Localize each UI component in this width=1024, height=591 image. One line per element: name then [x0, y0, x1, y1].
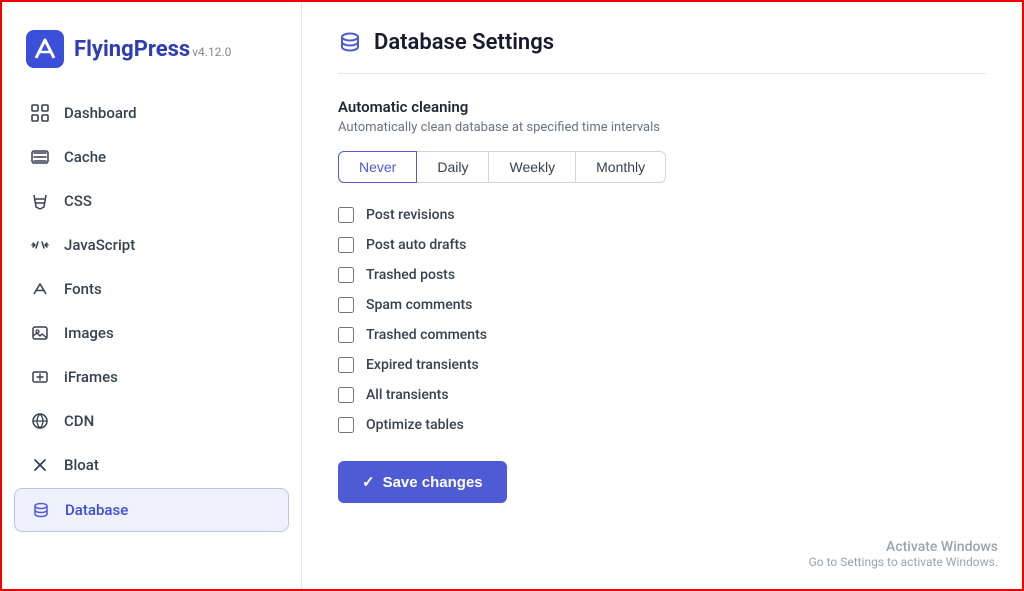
- label-post-revisions: Post revisions: [366, 207, 455, 223]
- sidebar-label-css: CSS: [64, 192, 92, 210]
- checkbox-post-revisions[interactable]: Post revisions: [338, 207, 986, 223]
- activate-windows-title: Activate Windows: [809, 539, 998, 555]
- label-all-transients: All transients: [366, 387, 449, 403]
- interval-weekly-button[interactable]: Weekly: [489, 151, 576, 183]
- sidebar-label-cache: Cache: [64, 148, 106, 166]
- sidebar-item-iframes[interactable]: iFrames: [14, 356, 289, 398]
- checkbox-all-transients-input[interactable]: [338, 387, 354, 403]
- cache-icon: [30, 147, 50, 167]
- sidebar-label-images: Images: [64, 324, 114, 342]
- iframes-icon: [30, 367, 50, 387]
- checkbox-spam-comments-input[interactable]: [338, 297, 354, 313]
- page-title: Database Settings: [374, 30, 554, 55]
- checkbox-trashed-posts-input[interactable]: [338, 267, 354, 283]
- database-header-icon: [338, 31, 362, 55]
- automatic-cleaning-section: Automatic cleaning Automatically clean d…: [338, 98, 986, 503]
- label-expired-transients: Expired transients: [366, 357, 479, 373]
- label-optimize-tables: Optimize tables: [366, 417, 464, 433]
- checkbox-trashed-comments-input[interactable]: [338, 327, 354, 343]
- interval-never-button[interactable]: Never: [338, 151, 417, 183]
- interval-monthly-button[interactable]: Monthly: [576, 151, 666, 183]
- dashboard-icon: [30, 103, 50, 123]
- flyingpress-logo-icon: [26, 30, 64, 68]
- label-spam-comments: Spam comments: [366, 297, 472, 313]
- activate-windows-notice: Activate Windows Go to Settings to activ…: [809, 539, 998, 569]
- sidebar-navigation: Dashboard Cache CSS: [2, 92, 301, 532]
- sidebar-label-bloat: Bloat: [64, 456, 99, 474]
- sidebar: FlyingPressv4.12.0 Dashboard: [2, 2, 302, 589]
- save-changes-button[interactable]: ✓ Save changes: [338, 461, 507, 503]
- checkbox-optimize-tables[interactable]: Optimize tables: [338, 417, 986, 433]
- sidebar-label-database: Database: [65, 501, 128, 519]
- sidebar-item-bloat[interactable]: Bloat: [14, 444, 289, 486]
- checkbox-post-auto-drafts[interactable]: Post auto drafts: [338, 237, 986, 253]
- sidebar-label-cdn: CDN: [64, 412, 94, 430]
- checkbox-expired-transients[interactable]: Expired transients: [338, 357, 986, 373]
- sidebar-item-cdn[interactable]: CDN: [14, 400, 289, 442]
- sidebar-label-fonts: Fonts: [64, 280, 102, 298]
- page-header: Database Settings: [338, 30, 986, 74]
- database-sidebar-icon: [31, 500, 51, 520]
- cdn-icon: [30, 411, 50, 431]
- sidebar-item-css[interactable]: CSS: [14, 180, 289, 222]
- sidebar-item-javascript[interactable]: JavaScript: [14, 224, 289, 266]
- images-icon: [30, 323, 50, 343]
- checkmark-icon: ✓: [362, 473, 375, 491]
- checkbox-spam-comments[interactable]: Spam comments: [338, 297, 986, 313]
- sidebar-item-images[interactable]: Images: [14, 312, 289, 354]
- cleanup-options: Post revisions Post auto drafts Trashed …: [338, 207, 986, 433]
- checkbox-trashed-comments[interactable]: Trashed comments: [338, 327, 986, 343]
- label-post-auto-drafts: Post auto drafts: [366, 237, 466, 253]
- sidebar-item-cache[interactable]: Cache: [14, 136, 289, 178]
- sidebar-label-iframes: iFrames: [64, 368, 118, 386]
- activate-windows-subtitle: Go to Settings to activate Windows.: [809, 555, 998, 569]
- interval-button-group: Never Daily Weekly Monthly: [338, 151, 986, 183]
- app-version: v4.12.0: [192, 45, 231, 59]
- sidebar-item-fonts[interactable]: Fonts: [14, 268, 289, 310]
- checkbox-all-transients[interactable]: All transients: [338, 387, 986, 403]
- css-icon: [30, 191, 50, 211]
- bloat-icon: [30, 455, 50, 475]
- section-description: Automatically clean database at specifie…: [338, 120, 986, 135]
- sidebar-item-dashboard[interactable]: Dashboard: [14, 92, 289, 134]
- sidebar-label-dashboard: Dashboard: [64, 104, 137, 122]
- fonts-icon: [30, 279, 50, 299]
- section-title: Automatic cleaning: [338, 98, 986, 116]
- logo: FlyingPressv4.12.0: [2, 22, 301, 92]
- checkbox-post-auto-drafts-input[interactable]: [338, 237, 354, 253]
- label-trashed-posts: Trashed posts: [366, 267, 455, 283]
- checkbox-trashed-posts[interactable]: Trashed posts: [338, 267, 986, 283]
- interval-daily-button[interactable]: Daily: [417, 151, 489, 183]
- app-name: FlyingPress: [74, 37, 190, 62]
- sidebar-item-database[interactable]: Database: [14, 488, 289, 532]
- checkbox-post-revisions-input[interactable]: [338, 207, 354, 223]
- javascript-icon: [30, 235, 50, 255]
- main-content: Database Settings Automatic cleaning Aut…: [302, 2, 1022, 589]
- save-button-label: Save changes: [383, 474, 483, 491]
- sidebar-label-javascript: JavaScript: [64, 236, 135, 254]
- checkbox-optimize-tables-input[interactable]: [338, 417, 354, 433]
- label-trashed-comments: Trashed comments: [366, 327, 487, 343]
- checkbox-expired-transients-input[interactable]: [338, 357, 354, 373]
